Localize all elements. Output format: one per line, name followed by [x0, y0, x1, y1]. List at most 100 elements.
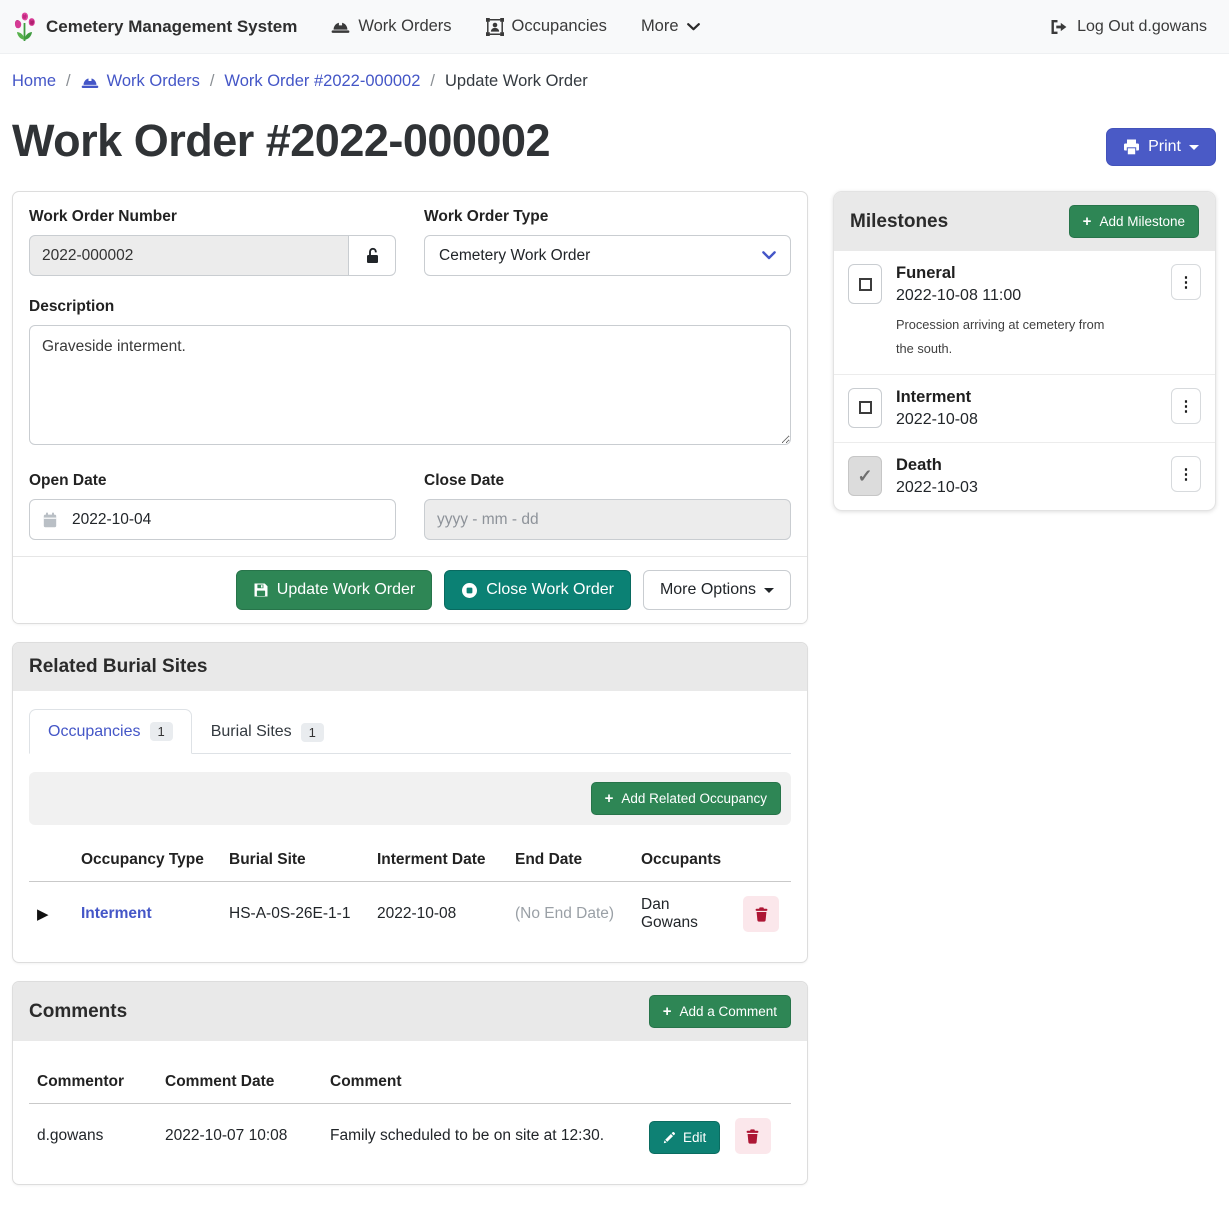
interment-date-cell: 2022-10-08 — [369, 882, 507, 947]
milestone-item: Funeral 2022-10-08 11:00 Procession arri… — [834, 251, 1215, 373]
edit-comment-button[interactable]: Edit — [649, 1121, 720, 1154]
column-header: Occupancy Type — [73, 839, 221, 882]
plus-icon: + — [605, 791, 614, 806]
actions-column-header — [735, 839, 791, 882]
kebab-icon: ⋮ — [1179, 397, 1194, 415]
nav-item-occupancies[interactable]: Occupancies — [486, 17, 607, 36]
printer-icon — [1123, 139, 1140, 155]
plus-icon: + — [663, 1004, 672, 1019]
actions-column-header — [641, 1061, 791, 1104]
hard-hat-icon — [331, 19, 350, 34]
page-header: Work Order #2022-000002 Print — [0, 105, 1229, 169]
content-layout: Work Order Number — [0, 191, 1229, 1209]
more-options-button[interactable]: More Options — [643, 570, 791, 610]
work-order-number-input[interactable] — [29, 235, 349, 276]
tab-occupancies[interactable]: Occupancies 1 — [29, 709, 192, 754]
checkbox-square-icon — [859, 278, 872, 291]
comment-cell: Family scheduled to be on site at 12:30. — [322, 1104, 641, 1169]
work-order-form-footer: Update Work Order Close Work Order More … — [13, 556, 807, 623]
occupants-cell: Dan Gowans — [633, 882, 735, 947]
breadcrumb-work-orders[interactable]: Work Orders — [81, 72, 200, 91]
tab-burial-sites[interactable]: Burial Sites 1 — [192, 709, 343, 754]
breadcrumb-current: Update Work Order — [445, 72, 588, 91]
description-label: Description — [29, 298, 791, 316]
checkbox-square-icon — [859, 401, 872, 414]
milestone-body: Interment 2022-10-08 — [896, 388, 1157, 429]
nav-item-work-orders[interactable]: Work Orders — [331, 17, 451, 36]
work-order-number-field-group: Work Order Number — [29, 208, 396, 276]
tab-count-badge: 1 — [150, 722, 173, 741]
description-field-group: Description Graveside interment. — [29, 298, 791, 450]
work-order-form-body: Work Order Number — [13, 192, 807, 556]
description-textarea[interactable]: Graveside interment. — [29, 325, 791, 445]
tulip-logo-icon — [12, 11, 38, 43]
add-milestone-button[interactable]: + Add Milestone — [1069, 205, 1199, 238]
delete-comment-button[interactable] — [735, 1118, 771, 1154]
caret-down-icon — [1189, 145, 1199, 150]
end-date-cell: (No End Date) — [507, 882, 633, 947]
calendar-icon — [43, 512, 57, 528]
column-header: Comment Date — [157, 1061, 322, 1104]
close-date-input[interactable] — [424, 499, 791, 540]
breadcrumb-separator: / — [66, 72, 71, 91]
milestone-title: Death — [896, 456, 1157, 475]
comments-header: Comments + Add a Comment — [13, 982, 807, 1041]
update-work-order-button[interactable]: Update Work Order — [236, 570, 432, 610]
milestone-description: Procession arriving at cemetery from the… — [896, 313, 1121, 360]
close-date-label: Close Date — [424, 472, 791, 490]
milestone-menu-button[interactable]: ⋮ — [1171, 388, 1201, 424]
milestone-checkbox[interactable] — [848, 388, 882, 428]
add-related-occupancy-button[interactable]: + Add Related Occupancy — [591, 782, 781, 815]
commentor-cell: d.gowans — [29, 1104, 157, 1169]
kebab-icon: ⋮ — [1179, 465, 1194, 483]
delete-occupancy-button[interactable] — [743, 896, 779, 932]
chevron-down-icon — [687, 23, 700, 31]
occupancy-type-link[interactable]: Interment — [81, 905, 152, 922]
milestone-checkbox-checked[interactable]: ✓ — [848, 456, 882, 496]
open-date-input[interactable] — [29, 499, 396, 540]
milestone-checkbox[interactable] — [848, 264, 882, 304]
milestone-body: Funeral 2022-10-08 11:00 Procession arri… — [896, 264, 1157, 360]
logout-icon — [1050, 19, 1068, 35]
comments-body: Commentor Comment Date Comment d.gowans … — [13, 1041, 807, 1184]
breadcrumb: Home / Work Orders / Work Order #2022-00… — [0, 54, 1229, 105]
comment-date-cell: 2022-10-07 10:08 — [157, 1104, 322, 1169]
comments-table: Commentor Comment Date Comment d.gowans … — [29, 1061, 791, 1168]
add-comment-button[interactable]: + Add a Comment — [649, 995, 791, 1028]
milestones-header: Milestones + Add Milestone — [834, 192, 1215, 251]
open-date-label: Open Date — [29, 472, 396, 490]
nav-item-label: Work Orders — [358, 17, 451, 36]
occupancies-toolbar: + Add Related Occupancy — [29, 772, 791, 825]
nav-item-more[interactable]: More — [641, 17, 700, 36]
milestones-title: Milestones — [850, 211, 948, 233]
work-order-type-select[interactable]: Cemetery Work Order — [424, 235, 791, 276]
column-header: Burial Site — [221, 839, 369, 882]
person-in-frame-icon — [486, 18, 504, 36]
milestone-item: Interment 2022-10-08 ⋮ — [834, 374, 1215, 442]
print-label: Print — [1148, 138, 1181, 156]
unlock-number-button[interactable] — [348, 235, 396, 276]
brand[interactable]: Cemetery Management System — [12, 11, 297, 43]
breadcrumb-home[interactable]: Home — [12, 72, 56, 91]
logout-button[interactable]: Log Out d.gowans — [1050, 18, 1207, 36]
column-header: End Date — [507, 839, 633, 882]
edit-comment-label: Edit — [683, 1130, 706, 1145]
column-header: Commentor — [29, 1061, 157, 1104]
milestone-date: 2022-10-03 — [896, 479, 1157, 497]
comments-card: Comments + Add a Comment Commentor Comme… — [12, 981, 808, 1185]
breadcrumb-work-order-number[interactable]: Work Order #2022-000002 — [224, 72, 420, 91]
print-button[interactable]: Print — [1106, 128, 1216, 166]
milestone-menu-button[interactable]: ⋮ — [1171, 264, 1201, 300]
caret-down-icon — [764, 588, 774, 593]
close-work-order-button[interactable]: Close Work Order — [444, 570, 631, 610]
logout-label: Log Out d.gowans — [1077, 18, 1207, 36]
occupancies-table: Occupancy Type Burial Site Interment Dat… — [29, 839, 791, 946]
work-order-type-label: Work Order Type — [424, 208, 791, 226]
expand-row-icon[interactable]: ▶ — [37, 906, 49, 923]
top-navbar: Cemetery Management System Work Orders O… — [0, 0, 1229, 54]
column-header: Comment — [322, 1061, 641, 1104]
tab-count-badge: 1 — [301, 723, 324, 742]
close-work-order-label: Close Work Order — [486, 581, 614, 599]
milestone-menu-button[interactable]: ⋮ — [1171, 456, 1201, 492]
add-comment-label: Add a Comment — [679, 1004, 777, 1019]
